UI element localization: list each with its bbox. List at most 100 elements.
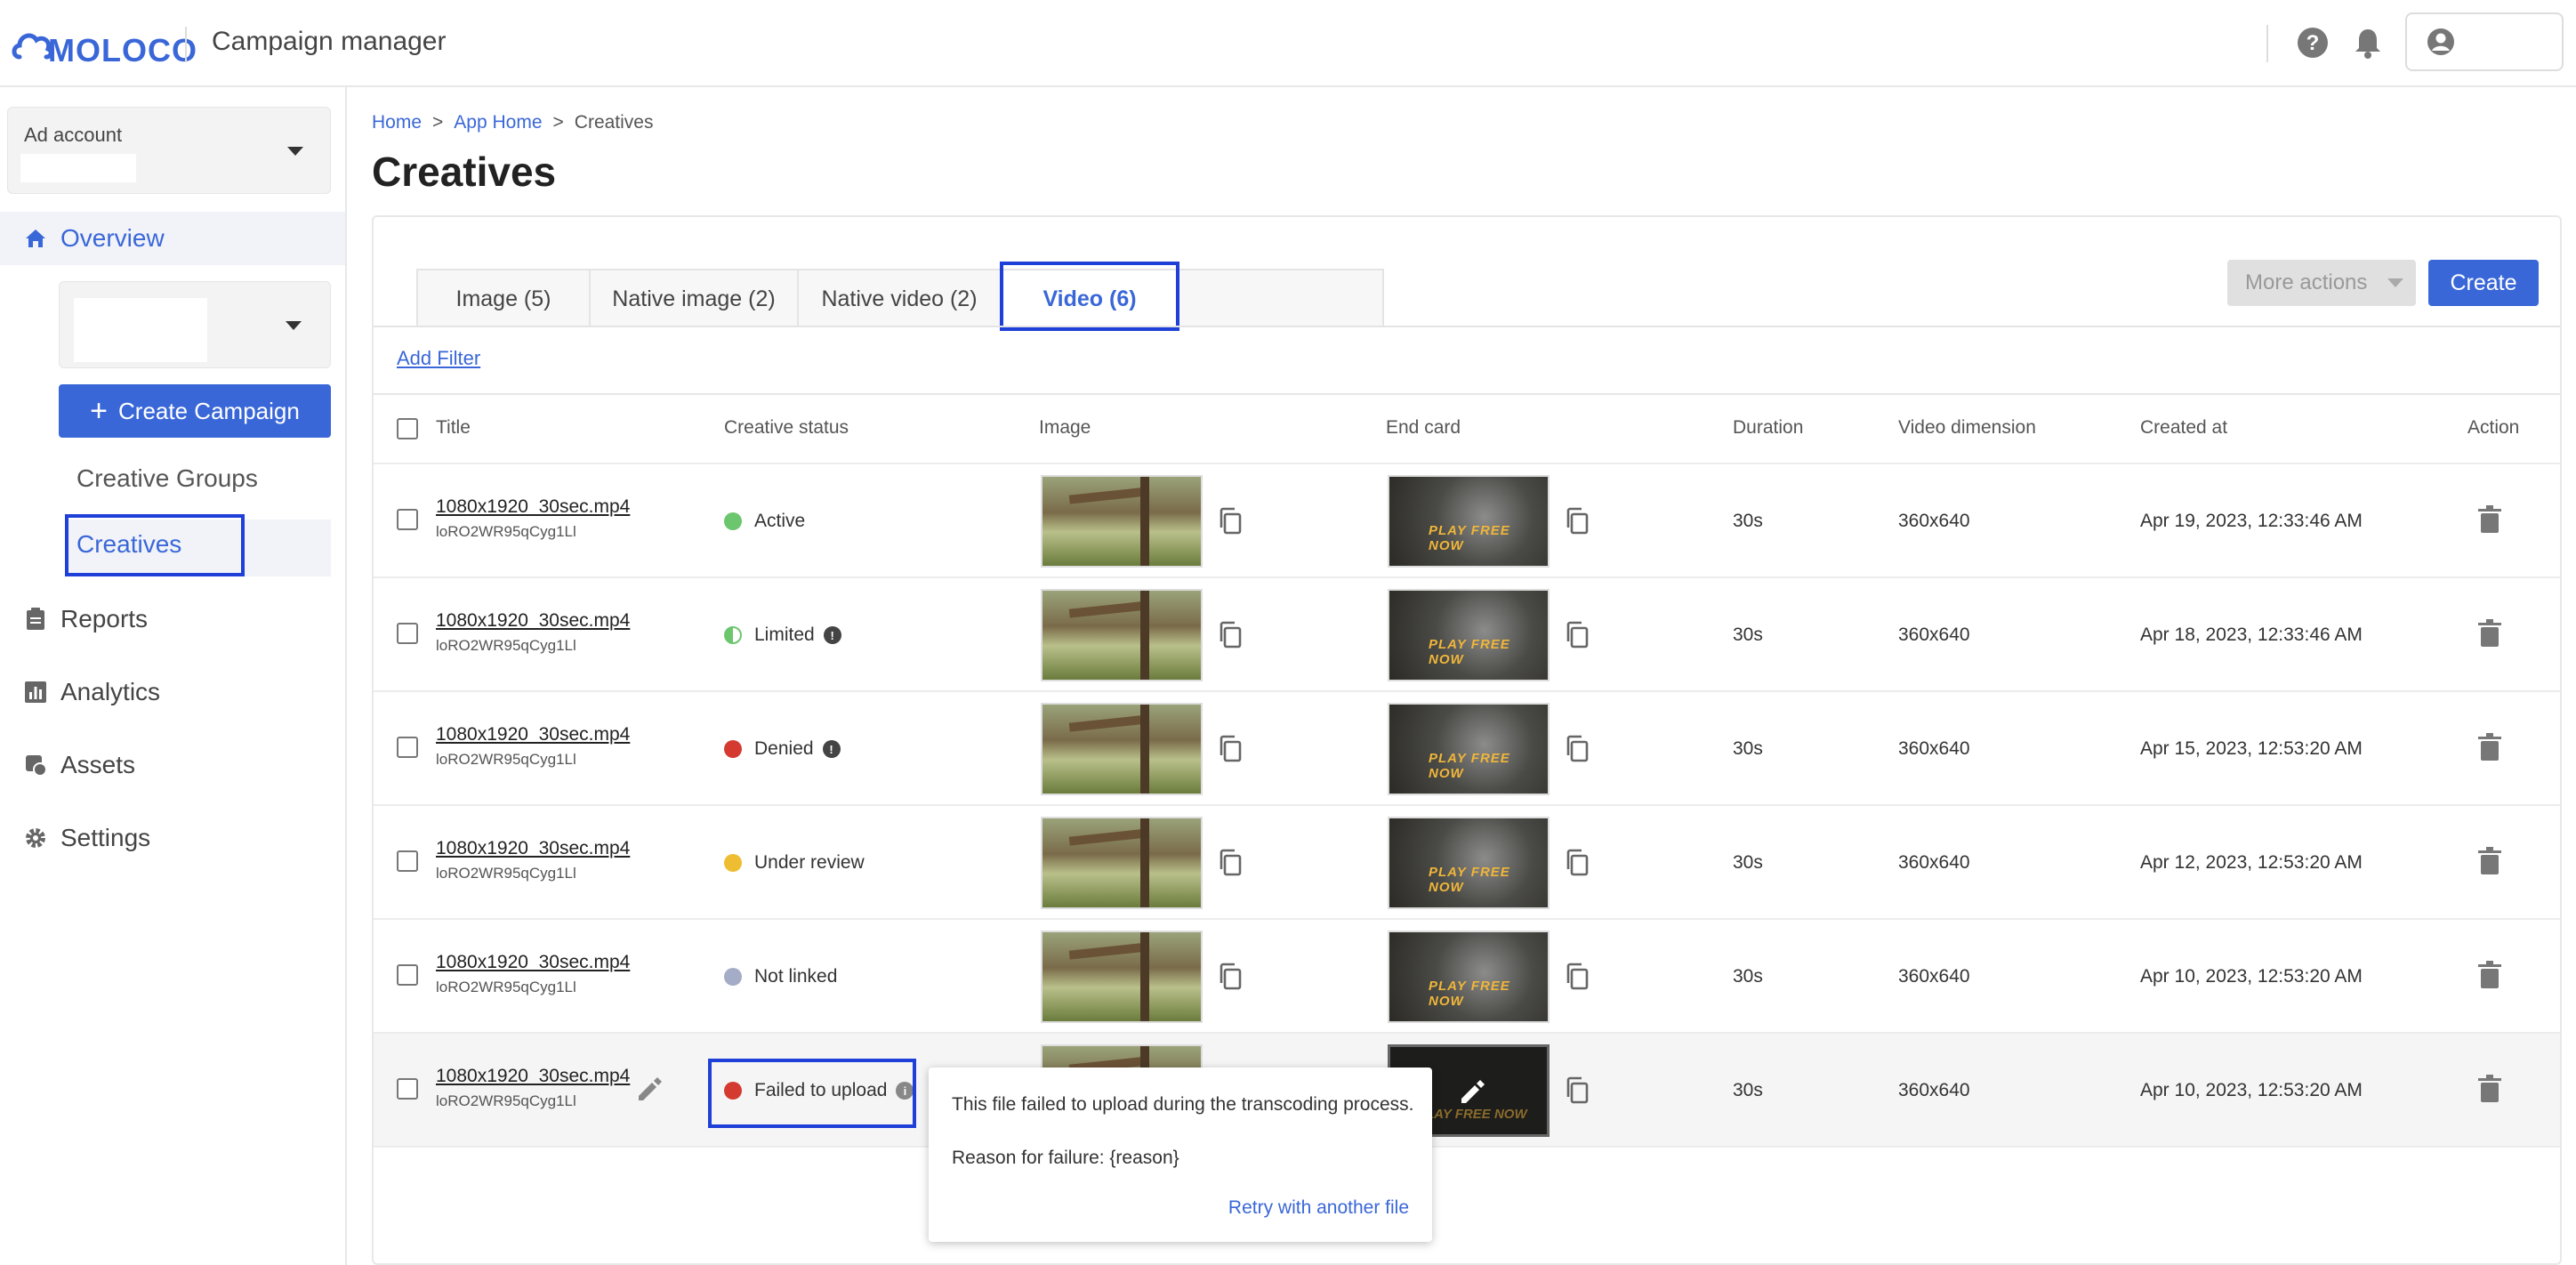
edit-pencil-icon[interactable] [635, 1076, 662, 1108]
sidebar-item-settings[interactable]: Settings [0, 811, 345, 865]
sidebar-item-creative-groups[interactable]: Creative Groups [76, 464, 258, 493]
create-button[interactable]: Create [2428, 260, 2539, 306]
copy-icon[interactable] [1217, 735, 1244, 763]
copy-icon[interactable] [1217, 849, 1244, 877]
copy-icon[interactable] [1564, 621, 1590, 649]
delete-trash-icon[interactable] [2478, 847, 2501, 875]
creative-title-link[interactable]: 1080x1920_30sec.mp4 [436, 610, 630, 632]
column-header-image: Image [1039, 417, 1091, 438]
more-actions-label: More actions [2245, 270, 2368, 294]
row-checkbox[interactable] [397, 1078, 418, 1100]
row-checkbox[interactable] [397, 509, 418, 530]
copy-icon[interactable] [1217, 507, 1244, 536]
creative-title-link[interactable]: 1080x1920_30sec.mp4 [436, 838, 630, 859]
tab-native-video[interactable]: Native video (2) [799, 270, 1002, 327]
copy-icon[interactable] [1564, 849, 1590, 877]
chevron-down-icon [287, 147, 303, 156]
tab-video[interactable]: Video (6) [1000, 262, 1179, 331]
chevron-down-icon [286, 321, 302, 330]
title-cell: 1080x1920_30sec.mp4 loRO2WR95qCyg1Ll [436, 1066, 630, 1110]
row-checkbox[interactable] [397, 964, 418, 986]
logo-text: MOLOCO [48, 32, 197, 68]
moloco-logo[interactable]: MOLOCO [11, 20, 197, 69]
sidebar-item-overview[interactable]: Overview [0, 212, 345, 265]
app-title: Campaign manager [212, 27, 447, 56]
copy-icon[interactable] [1217, 621, 1244, 649]
status-label: Denied [754, 738, 814, 759]
delete-trash-icon[interactable] [2478, 1075, 2501, 1103]
copy-icon[interactable] [1217, 963, 1244, 991]
column-header-dimension[interactable]: Video dimension [1898, 417, 2036, 439]
sidebar-item-creatives[interactable]: Creatives [65, 514, 331, 576]
notification-bell-icon[interactable] [2348, 23, 2387, 62]
delete-trash-icon[interactable] [2478, 619, 2501, 648]
info-icon[interactable]: ! [822, 740, 841, 758]
profile-menu[interactable] [2405, 12, 2564, 71]
end-card-text: PLAY FREE NOW [1429, 637, 1510, 667]
table-row[interactable]: 1080x1920_30sec.mp4 loRO2WR95qCyg1Ll Activ… [374, 464, 2560, 578]
help-icon[interactable]: ? [2293, 23, 2332, 62]
creative-title-link[interactable]: 1080x1920_30sec.mp4 [436, 724, 630, 745]
column-header-status[interactable]: Creative status [724, 417, 849, 439]
duration-value: 30s [1733, 511, 1763, 531]
copy-icon[interactable] [1564, 507, 1590, 536]
delete-trash-icon[interactable] [2478, 961, 2501, 989]
info-icon[interactable]: ! [823, 626, 841, 644]
video-thumbnail[interactable] [1041, 931, 1203, 1023]
table-row[interactable]: 1080x1920_30sec.mp4 loRO2WR95qCyg1Ll Faile… [374, 1034, 2560, 1148]
copy-icon[interactable] [1564, 963, 1590, 991]
campaign-select[interactable] [59, 281, 331, 368]
duration-value: 30s [1733, 738, 1763, 759]
edit-pencil-icon[interactable] [1458, 1079, 1485, 1110]
column-header-created[interactable]: Created at [2140, 417, 2227, 439]
table-row[interactable]: 1080x1920_30sec.mp4 loRO2WR95qCyg1Ll Denie… [374, 692, 2560, 806]
title-cell: 1080x1920_30sec.mp4 loRO2WR95qCyg1Ll [436, 724, 630, 769]
breadcrumb-home[interactable]: Home [372, 112, 422, 133]
column-header-title[interactable]: Title [436, 417, 471, 439]
table-row[interactable]: 1080x1920_30sec.mp4 loRO2WR95qCyg1Ll Not l… [374, 920, 2560, 1034]
status-badge: Denied! [724, 738, 841, 760]
more-actions-button[interactable]: More actions [2227, 260, 2416, 306]
copy-icon[interactable] [1564, 1076, 1590, 1105]
delete-trash-icon[interactable] [2478, 505, 2501, 534]
video-thumbnail[interactable] [1041, 703, 1203, 795]
retry-upload-link[interactable]: Retry with another file [1228, 1197, 1409, 1219]
row-checkbox[interactable] [397, 623, 418, 644]
creative-title-link[interactable]: 1080x1920_30sec.mp4 [436, 496, 630, 518]
creative-id: loRO2WR95qCyg1Ll [436, 637, 576, 654]
sidebar-item-reports[interactable]: Reports [0, 592, 345, 646]
created-at-value: Apr 10, 2023, 12:53:20 AM [2140, 1080, 2363, 1100]
copy-icon[interactable] [1564, 735, 1590, 763]
sidebar-item-analytics[interactable]: Analytics [0, 665, 345, 719]
breadcrumb-separator: > [432, 112, 444, 133]
breadcrumb-app-home[interactable]: App Home [454, 112, 542, 133]
sidebar-item-assets[interactable]: Assets [0, 738, 345, 792]
ad-account-select[interactable]: Ad account [7, 107, 331, 194]
created-at-value: Apr 18, 2023, 12:33:46 AM [2140, 624, 2363, 645]
video-thumbnail[interactable] [1041, 475, 1203, 568]
creative-title-link[interactable]: 1080x1920_30sec.mp4 [436, 1066, 630, 1087]
create-campaign-label: Create Campaign [118, 397, 300, 424]
creative-title-link[interactable]: 1080x1920_30sec.mp4 [436, 952, 630, 973]
end-card-thumbnail[interactable]: PLAY FREE NOW [1388, 817, 1550, 909]
highlight-outline [708, 1059, 916, 1128]
row-checkbox[interactable] [397, 850, 418, 872]
delete-trash-icon[interactable] [2478, 733, 2501, 761]
video-thumbnail[interactable] [1041, 817, 1203, 909]
end-card-thumbnail[interactable]: PLAY FREE NOW [1388, 703, 1550, 795]
end-card-text: PLAY FREE NOW [1429, 751, 1510, 781]
select-all-checkbox[interactable] [397, 418, 418, 439]
table-row[interactable]: 1080x1920_30sec.mp4 loRO2WR95qCyg1Ll Limit… [374, 578, 2560, 692]
tab-native-image[interactable]: Native image (2) [591, 270, 799, 327]
create-campaign-button[interactable]: + Create Campaign [59, 384, 331, 438]
add-filter-link[interactable]: Add Filter [397, 347, 480, 370]
end-card-thumbnail[interactable]: PLAY FREE NOW [1388, 475, 1550, 568]
end-card-thumbnail[interactable]: PLAY FREE NOW [1388, 589, 1550, 681]
tab-image[interactable]: Image (5) [418, 270, 591, 327]
table-row[interactable]: 1080x1920_30sec.mp4 loRO2WR95qCyg1Ll Under… [374, 806, 2560, 920]
column-header-duration[interactable]: Duration [1733, 417, 1803, 439]
video-thumbnail[interactable] [1041, 589, 1203, 681]
duration-value: 30s [1733, 1080, 1763, 1100]
end-card-thumbnail[interactable]: PLAY FREE NOW [1388, 931, 1550, 1023]
row-checkbox[interactable] [397, 737, 418, 758]
